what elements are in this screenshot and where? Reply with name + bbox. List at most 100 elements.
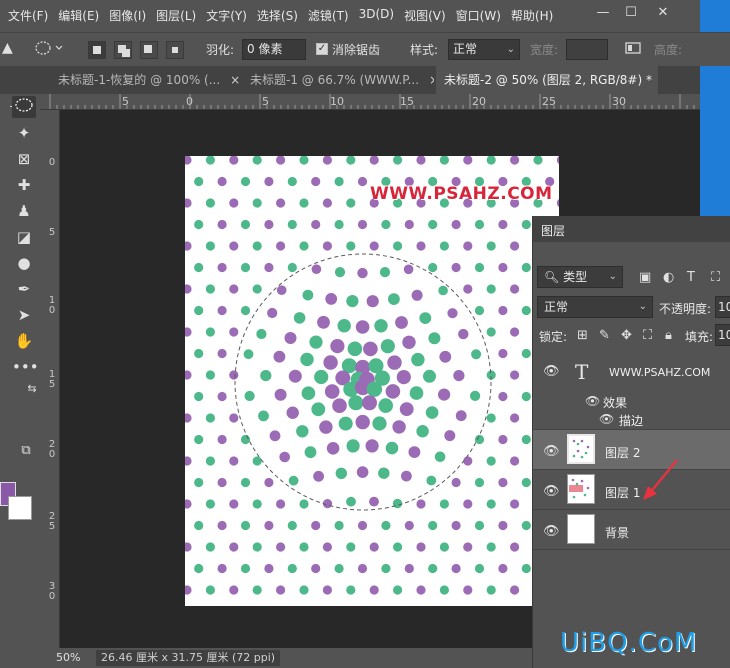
menu-file[interactable]: 文件(F) xyxy=(8,7,48,24)
menu-window[interactable]: 窗口(W) xyxy=(456,7,501,24)
eye-icon[interactable]: 👁︎ xyxy=(543,444,560,459)
dot xyxy=(322,198,332,208)
filter-kind-value: 类型 xyxy=(563,270,588,284)
subtract-selection-button[interactable] xyxy=(140,41,158,59)
dot xyxy=(323,355,338,370)
crop-tool-icon[interactable]: ⊠ xyxy=(12,148,36,170)
eraser-icon[interactable]: ◪ xyxy=(12,226,36,248)
more-tools-icon[interactable]: ••• xyxy=(12,356,39,378)
shape-filter-icon[interactable]: ⛶ xyxy=(711,270,720,285)
menu-edit[interactable]: 编辑(E) xyxy=(58,7,99,24)
fill-input[interactable]: 10 xyxy=(715,324,730,346)
dot xyxy=(299,156,309,165)
layer-row-text[interactable]: 👁︎ T WWW.PSAHZ.COM 👁︎ 效果 👁︎ 描边 xyxy=(533,352,730,430)
feather-input[interactable]: 0 像素 xyxy=(242,39,306,60)
layers-panel-title[interactable]: 图层 xyxy=(541,222,565,239)
dot xyxy=(185,585,192,595)
pen-tool-icon[interactable]: ✒ xyxy=(12,278,36,300)
dot xyxy=(194,434,204,445)
dot xyxy=(348,395,364,411)
dot xyxy=(439,156,449,165)
lock-all-icon[interactable]: 🔒︎ xyxy=(665,328,672,343)
eye-icon[interactable]: 👁︎ xyxy=(599,412,614,426)
dot xyxy=(366,381,383,397)
blur-tool-icon[interactable]: ● xyxy=(12,252,36,274)
layer-name[interactable]: WWW.PSAHZ.COM xyxy=(609,366,710,379)
dot xyxy=(229,327,239,337)
restore-button[interactable]: ☐ xyxy=(620,4,642,22)
screen-mode-icon[interactable]: ⧉ xyxy=(14,440,38,462)
menu-select[interactable]: 选择(S) xyxy=(257,7,298,24)
healing-brush-icon[interactable]: ✚ xyxy=(12,174,36,196)
document-canvas[interactable] xyxy=(185,156,559,606)
zoom-level[interactable]: 50% xyxy=(56,651,80,664)
layer-row-layer-1[interactable]: 👁︎ 图层 1 xyxy=(533,459,730,510)
eye-icon[interactable]: 👁︎ xyxy=(543,524,560,539)
type-filter-icon[interactable]: T xyxy=(687,270,695,285)
dot xyxy=(324,384,340,399)
path-selection-icon[interactable]: ➤ xyxy=(12,304,36,326)
background-color-swatch[interactable] xyxy=(8,496,32,520)
opacity-input[interactable]: 10 xyxy=(715,296,730,318)
lock-position-icon[interactable]: ✥ xyxy=(621,328,632,343)
dot xyxy=(276,241,286,251)
menu-3d[interactable]: 3D(D) xyxy=(359,7,394,24)
document-dimensions[interactable]: 26.46 厘米 x 31.75 厘米 (72 ppi) xyxy=(96,650,281,666)
antialias-label: 消除锯齿 xyxy=(332,43,381,57)
eye-icon[interactable]: 👁︎ xyxy=(585,394,600,408)
tab-document-1-recovered[interactable]: 未标题-1-恢复的 @ 100% (... × xyxy=(50,66,240,94)
clone-stamp-icon[interactable]: ♟ xyxy=(12,200,36,222)
new-selection-button[interactable] xyxy=(88,41,106,59)
layer-name[interactable]: 图层 2 xyxy=(605,444,640,461)
menu-layer[interactable]: 图层(L) xyxy=(156,7,196,24)
layer-name[interactable]: 图层 1 xyxy=(605,484,640,501)
layer-row-background[interactable]: 👁︎ 背景 xyxy=(533,510,730,550)
dot xyxy=(217,520,227,531)
tab-document-1[interactable]: 未标题-1 @ 66.7% (WWW.P... × xyxy=(242,66,434,94)
close-icon[interactable]: × xyxy=(230,73,240,87)
dot xyxy=(317,315,330,329)
style-dropdown[interactable]: 正常 ⌄ xyxy=(448,39,520,60)
filter-kind-dropdown[interactable]: 🔍︎ 类型 ⌄ xyxy=(537,266,623,288)
layer-name[interactable]: 背景 xyxy=(605,524,629,541)
close-button[interactable]: ✕ xyxy=(652,4,674,22)
chevron-down-icon: ⌄ xyxy=(608,271,617,282)
layer-row-layer-2[interactable]: 👁︎ 图层 2 xyxy=(533,430,730,470)
menu-help[interactable]: 帮助(H) xyxy=(511,7,553,24)
add-selection-button[interactable] xyxy=(114,41,132,59)
magic-wand-icon[interactable]: ✦ xyxy=(12,122,36,144)
eye-icon[interactable]: 👁︎ xyxy=(543,484,560,499)
tab-document-2[interactable]: 未标题-2 @ 50% (图层 2, RGB/8#) *× xyxy=(436,66,658,94)
elliptical-marquee-tool-icon[interactable] xyxy=(12,96,36,118)
lock-image-icon[interactable]: ✎ xyxy=(599,328,610,343)
adjustment-filter-icon[interactable]: ◐ xyxy=(663,270,674,285)
swap-dimensions-icon[interactable] xyxy=(624,39,642,60)
dot xyxy=(533,156,543,165)
dot xyxy=(392,420,406,434)
menu-image[interactable]: 图像(I) xyxy=(109,7,146,24)
width-input[interactable] xyxy=(566,39,608,60)
minimize-button[interactable]: — xyxy=(592,4,614,22)
pixel-filter-icon[interactable]: ▣ xyxy=(639,270,651,285)
dot xyxy=(365,439,379,453)
close-icon[interactable]: × xyxy=(429,73,434,87)
dot xyxy=(423,369,436,383)
dot xyxy=(252,542,262,552)
dot xyxy=(416,156,426,165)
antialias-checkbox[interactable]: ✓ xyxy=(316,43,328,55)
menu-view[interactable]: 视图(V) xyxy=(404,7,446,24)
blend-mode-dropdown[interactable]: 正常 ⌄ xyxy=(537,296,653,318)
hand-tool-icon[interactable]: ✋ xyxy=(12,330,36,352)
menu-filter[interactable]: 滤镜(T) xyxy=(308,7,349,24)
menu-type[interactable]: 文字(Y) xyxy=(206,7,247,24)
dot xyxy=(322,241,332,251)
dot xyxy=(556,156,559,164)
dot xyxy=(404,563,414,574)
dot xyxy=(217,219,227,230)
eye-icon[interactable]: 👁︎ xyxy=(543,364,560,379)
intersect-selection-button[interactable] xyxy=(166,41,184,59)
marquee-preset-icon[interactable] xyxy=(34,38,64,61)
lock-transparent-icon[interactable]: ⊞ xyxy=(577,328,588,343)
lock-artboard-icon[interactable]: ⛶ xyxy=(643,328,652,343)
dot xyxy=(319,420,333,434)
